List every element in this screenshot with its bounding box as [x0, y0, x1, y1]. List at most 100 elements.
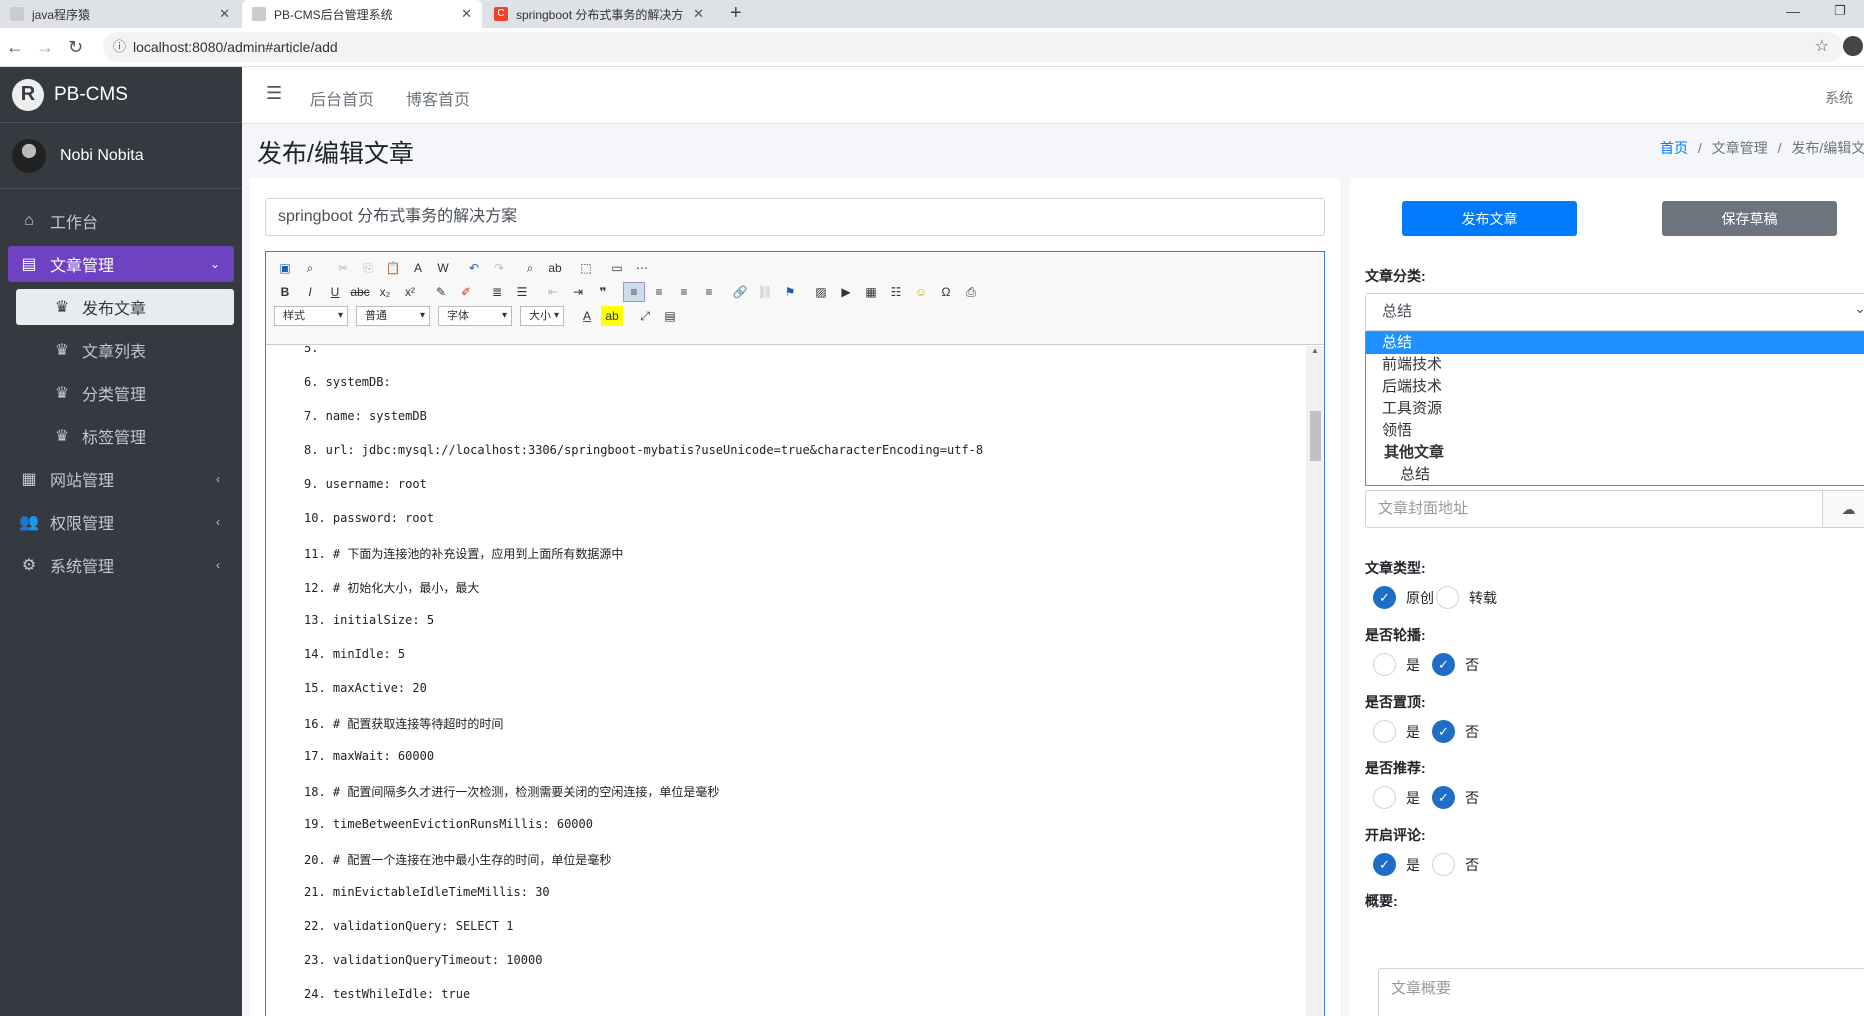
- align-right-icon[interactable]: ≡: [673, 282, 695, 302]
- link-icon[interactable]: 🔗: [729, 282, 751, 302]
- select-all-icon[interactable]: ⬚: [575, 258, 597, 278]
- publish-button[interactable]: 发布文章: [1402, 201, 1577, 236]
- back-icon[interactable]: ←: [6, 37, 24, 58]
- comment-yes-radio[interactable]: ✓ 是: [1373, 853, 1420, 876]
- category-option[interactable]: 前端技术: [1366, 354, 1864, 376]
- size-select[interactable]: 大小: [520, 306, 564, 326]
- category-option[interactable]: 总结: [1366, 464, 1864, 486]
- breadcrumb-home[interactable]: 首页: [1660, 140, 1688, 156]
- sidebar-item-articles[interactable]: ▤ 文章管理 ⌄: [8, 246, 234, 282]
- user-panel[interactable]: Nobi Nobita: [0, 123, 242, 189]
- smiley-icon[interactable]: ☺: [910, 282, 932, 302]
- hamburger-icon[interactable]: ☰: [266, 83, 282, 104]
- star-icon[interactable]: ☆: [1815, 32, 1829, 62]
- indent-icon[interactable]: ⇥: [567, 282, 589, 302]
- page-break-icon[interactable]: ⎙: [960, 282, 982, 302]
- subscript-icon[interactable]: x₂: [374, 282, 396, 302]
- recommend-no-radio[interactable]: ✓ 否: [1432, 786, 1479, 809]
- redo-icon[interactable]: ↷: [488, 258, 510, 278]
- image-icon[interactable]: ▨: [810, 282, 832, 302]
- article-title-input[interactable]: springboot 分布式事务的解决方案: [265, 198, 1325, 236]
- paste-text-icon[interactable]: A: [407, 258, 429, 278]
- anchor-icon[interactable]: ⚑: [779, 282, 801, 302]
- numbered-list-icon[interactable]: ≣: [486, 282, 508, 302]
- text-color-icon[interactable]: A: [576, 306, 598, 326]
- sidebar-subitem-tags[interactable]: ♛ 标签管理: [16, 418, 234, 454]
- close-icon[interactable]: ✕: [461, 6, 472, 22]
- restore-icon[interactable]: ❐: [1834, 3, 1846, 19]
- summary-textarea[interactable]: 文章概要: [1378, 968, 1864, 1016]
- sidebar-item-permissions[interactable]: 👥 权限管理 ‹: [8, 504, 234, 540]
- type-original-radio[interactable]: ✓ 原创: [1373, 586, 1434, 609]
- pin-top-no-radio[interactable]: ✓ 否: [1432, 720, 1479, 743]
- superscript-icon[interactable]: x²: [399, 282, 421, 302]
- maximize-icon[interactable]: ⤢: [634, 306, 656, 326]
- bg-color-icon[interactable]: ab: [601, 306, 623, 326]
- carousel-yes-radio[interactable]: 是: [1373, 653, 1420, 676]
- save-draft-button[interactable]: 保存草稿: [1662, 201, 1837, 236]
- template-icon[interactable]: ▭: [606, 258, 628, 278]
- category-option[interactable]: 工具资源: [1366, 398, 1864, 420]
- reload-icon[interactable]: ↻: [68, 37, 83, 58]
- category-select[interactable]: 总结: [1365, 290, 1864, 331]
- bold-icon[interactable]: B: [274, 282, 296, 302]
- editor-content[interactable]: 5. 6. systemDB: 7. name: systemDB 8. url: j…: [266, 346, 1306, 1016]
- new-tab-icon[interactable]: +: [730, 2, 742, 25]
- carousel-no-radio[interactable]: ✓ 否: [1432, 653, 1479, 676]
- browser-tab-2[interactable]: PB-CMS后台管理系统 ✕: [242, 0, 482, 28]
- category-option[interactable]: 后端技术: [1366, 376, 1864, 398]
- brand[interactable]: R PB-CMS: [0, 67, 242, 123]
- close-icon[interactable]: ✕: [219, 6, 230, 22]
- underline-icon[interactable]: U: [324, 282, 346, 302]
- bulleted-list-icon[interactable]: ☰: [511, 282, 533, 302]
- editor-scrollbar[interactable]: ▲: [1306, 346, 1324, 1016]
- copy-icon[interactable]: ⎘: [357, 258, 379, 278]
- close-icon[interactable]: ✕: [693, 6, 704, 22]
- browser-tab-3[interactable]: C springboot 分布式事务的解决方 ✕: [484, 0, 714, 28]
- forward-icon[interactable]: →: [36, 37, 54, 58]
- italic-icon[interactable]: I: [299, 282, 321, 302]
- sidebar-item-dashboard[interactable]: ⌂ 工作台: [8, 203, 234, 239]
- sidebar-subitem-categories[interactable]: ♛ 分类管理: [16, 375, 234, 411]
- sidebar-subitem-article-list[interactable]: ♛ 文章列表: [16, 332, 234, 368]
- special-char-icon[interactable]: Ω: [935, 282, 957, 302]
- table-icon[interactable]: ▦: [860, 282, 882, 302]
- profile-icon[interactable]: [1843, 36, 1863, 56]
- cut-icon[interactable]: ✂: [332, 258, 354, 278]
- show-blocks-icon[interactable]: ▤: [659, 306, 681, 326]
- scroll-up-icon[interactable]: ▲: [1311, 346, 1319, 355]
- category-option[interactable]: 领悟: [1366, 420, 1864, 442]
- style-select[interactable]: 样式: [274, 306, 348, 326]
- sidebar-item-site[interactable]: ▦ 网站管理 ‹: [8, 461, 234, 497]
- paste-icon[interactable]: 📋: [382, 258, 404, 278]
- sidebar-subitem-publish[interactable]: ♛ 发布文章: [16, 289, 234, 325]
- recommend-yes-radio[interactable]: 是: [1373, 786, 1420, 809]
- nav-link-blog-home[interactable]: 博客首页: [406, 86, 470, 110]
- format-select[interactable]: 普通: [356, 306, 430, 326]
- remove-format-icon[interactable]: ✐: [455, 282, 477, 302]
- align-center-icon[interactable]: ≡: [648, 282, 670, 302]
- url-field[interactable]: ⓘ localhost:8080/admin#article/add ☆: [103, 32, 1843, 62]
- minimize-icon[interactable]: —: [1786, 3, 1800, 19]
- cover-url-input[interactable]: 文章封面地址: [1365, 490, 1823, 528]
- save-icon[interactable]: ▣: [274, 258, 296, 278]
- category-option[interactable]: 总结: [1366, 332, 1864, 354]
- copy-format-icon[interactable]: ✎: [430, 282, 452, 302]
- type-repost-radio[interactable]: 转载: [1436, 586, 1497, 609]
- nav-dropdown-system[interactable]: 系统: [1825, 88, 1853, 108]
- pin-top-yes-radio[interactable]: 是: [1373, 720, 1420, 743]
- unlink-icon[interactable]: ⛓: [754, 282, 776, 302]
- outdent-icon[interactable]: ⇤: [542, 282, 564, 302]
- video-icon[interactable]: ▶: [835, 282, 857, 302]
- preview-icon[interactable]: ⌕: [299, 258, 321, 278]
- strike-icon[interactable]: abc: [349, 282, 371, 302]
- comment-no-radio[interactable]: 否: [1432, 853, 1479, 876]
- browser-tab-1[interactable]: java程序猿 ✕: [0, 0, 240, 28]
- nav-link-admin-home[interactable]: 后台首页: [310, 86, 374, 110]
- scrollbar-thumb[interactable]: [1310, 411, 1321, 461]
- upload-cloud-icon[interactable]: ☁: [1823, 490, 1864, 528]
- replace-icon[interactable]: ab: [544, 258, 566, 278]
- sidebar-item-system[interactable]: ⚙ 系统管理 ‹: [8, 547, 234, 583]
- align-left-icon[interactable]: ≡: [623, 282, 645, 302]
- source-icon[interactable]: ⋯: [631, 258, 653, 278]
